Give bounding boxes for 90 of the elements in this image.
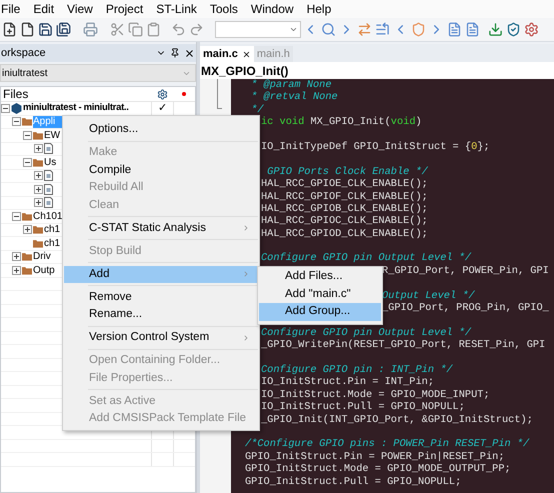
code-line: GPIO Ports Clock Enable */: [266, 166, 428, 178]
close-icon[interactable]: [184, 48, 195, 58]
menu-item[interactable]: Edit: [33, 0, 54, 18]
expand-icon[interactable]: [34, 171, 43, 180]
menu-item[interactable]: Help: [306, 0, 332, 18]
menu-item[interactable]: Rename...: [64, 306, 258, 324]
folder-icon: [33, 158, 43, 167]
chevron-down-icon: [289, 25, 298, 34]
expand-icon[interactable]: [12, 252, 21, 262]
code-line: ic void MX_GPIO_Init(void): [261, 116, 422, 129]
function-breadcrumb: MX_GPIO_Init(): [200, 62, 554, 79]
code-line: GPIO_InitStruct.Pull = GPIO_NOPULL;: [245, 476, 462, 488]
collapse-icon[interactable]: [23, 130, 32, 140]
code-line: R_GPIO_Port, POWER_Pin, GPI: [382, 264, 549, 278]
code-line: IO_InitStruct.Pin = INT_Pin;: [261, 376, 434, 389]
code-line: _GPIO_Init(INT_GPIO_Port, &GPIO_InitStruct);: [261, 414, 533, 426]
menu-item[interactable]: Project: [106, 0, 144, 18]
pin-icon[interactable]: [170, 48, 180, 58]
paste-icon[interactable]: [145, 21, 162, 38]
code-line: HAL_RCC_GPIOD_CLK_ENABLE();: [261, 228, 428, 240]
code-line: HAL_RCC_GPIOE_CLK_ENABLE();: [261, 178, 428, 191]
code-line: _GPIO_WritePin(RESET_GPIO_Port, RESET_Pin, GPI: [261, 339, 546, 352]
collapse-icon[interactable]: [23, 158, 32, 167]
code-line: /*Configure GPIO pins : POWER_Pin RESET_Pin */: [245, 438, 530, 451]
menu-item[interactable]: Version Control System: [64, 329, 258, 346]
project-dropdown[interactable]: iniultratest: [0, 64, 196, 82]
code-line: GPIO_InitStruct.Mode = GPIO_MODE_OUTPUT_PP;: [245, 463, 511, 476]
save-icon[interactable]: [37, 21, 54, 38]
download-icon[interactable]: [487, 21, 504, 38]
menu-item[interactable]: C-STAT Static Analysis: [64, 220, 258, 237]
menu-item[interactable]: Options...: [64, 121, 258, 138]
panel-title: orkspace: [1, 46, 47, 61]
code-line: HAL_RCC_GPIOB_CLK_ENABLE();: [261, 202, 428, 216]
code-line: HAL_RCC_GPIOF_CLK_ENABLE();: [261, 190, 428, 203]
code-line: _GPIO_Port, PROG_Pin, GPIO_: [382, 302, 549, 314]
code-line: GPIO_InitStruct.Pin = POWER_Pin|RESET_Pin;: [245, 450, 505, 464]
redo-icon[interactable]: [188, 21, 205, 38]
fold-line: [217, 79, 222, 109]
collapse-icon[interactable]: [12, 117, 21, 126]
editor-tab[interactable]: main.c: [200, 46, 254, 62]
save-all-icon[interactable]: [55, 21, 72, 38]
code-line: IO_InitTypeDef GPIO_InitStruct = {0};: [261, 140, 490, 154]
search-icon[interactable]: [320, 21, 337, 38]
menu-item[interactable]: Window: [250, 0, 294, 18]
page-icon[interactable]: [446, 21, 463, 38]
close-icon[interactable]: [242, 50, 251, 58]
code-line: HAL_RCC_GPIOC_CLK_ENABLE();: [261, 215, 428, 228]
code-line: * @param None: [250, 79, 332, 92]
expand-icon[interactable]: [23, 225, 32, 234]
collapse-icon[interactable]: [12, 212, 21, 221]
cut-icon[interactable]: [109, 21, 126, 38]
file-icon[interactable]: [19, 21, 36, 38]
settings-icon[interactable]: [156, 88, 168, 100]
code-line: Output Level */: [382, 290, 475, 302]
code-line: Configure GPIO pin : INT_Pin */: [261, 364, 453, 376]
menu-item[interactable]: Add "main.c": [259, 286, 381, 303]
hexagon-icon: [11, 102, 22, 114]
menu-item[interactable]: File: [1, 0, 20, 18]
copy-icon[interactable]: [127, 21, 144, 38]
menu-item[interactable]: View: [67, 0, 93, 18]
code-line: Configure GPIO pin Output Level */: [261, 252, 472, 265]
undo-icon[interactable]: [170, 21, 187, 38]
collapse-icon[interactable]: [1, 104, 10, 113]
file-icon: [44, 197, 53, 208]
file-icon: [44, 143, 53, 154]
menu-item[interactable]: Add: [64, 266, 258, 283]
menu-item[interactable]: Compile: [64, 162, 258, 179]
expand-icon[interactable]: [34, 198, 43, 208]
code-line: IO_InitStruct.Pull = GPIO_NOPULL;: [261, 401, 465, 414]
menu-item[interactable]: Add Files...: [259, 268, 381, 286]
column-header: Files: [2, 87, 30, 103]
code-line: IO_InitStruct.Mode = GPIO_MODE_INPUT;: [261, 388, 490, 402]
file-icon: [44, 184, 53, 195]
expand-icon[interactable]: [12, 266, 21, 275]
check-mark: ✓: [158, 102, 167, 114]
menu-item[interactable]: Tools: [210, 0, 238, 18]
page-icon[interactable]: [464, 21, 481, 38]
shield-check-icon[interactable]: [505, 21, 522, 38]
expand-icon[interactable]: [34, 184, 43, 194]
expand-icon[interactable]: [34, 144, 43, 154]
code-line: * @retval None: [250, 91, 338, 104]
menu-item[interactable]: Remove: [64, 288, 258, 306]
new-file-icon[interactable]: [1, 21, 18, 38]
menu-item[interactable]: ST-Link: [156, 0, 197, 18]
menu-item[interactable]: Add Group...: [259, 303, 381, 320]
tree-item[interactable]: miniultratest - miniultrat..: [23, 102, 151, 114]
code-line: */: [250, 104, 264, 116]
code-line: Configure GPIO pin Output Level */: [261, 326, 472, 340]
print-icon[interactable]: [82, 21, 99, 38]
file-icon: [44, 170, 53, 182]
